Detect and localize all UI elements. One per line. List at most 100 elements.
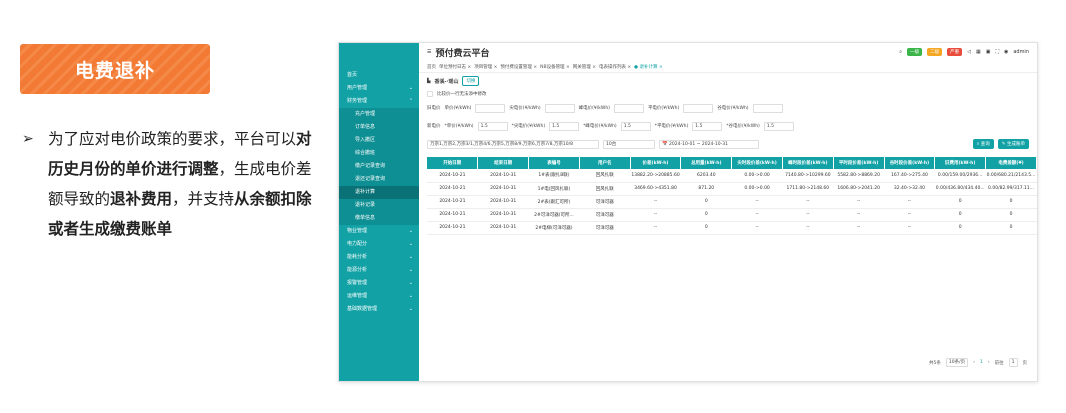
grid-icon[interactable]: ▦	[976, 49, 981, 55]
sidebar-item[interactable]: 综合撤班	[339, 147, 419, 160]
table-cell: --	[731, 221, 783, 235]
sidebar-item-label: 缴单信息	[355, 215, 376, 221]
sidebar-item-label: 运维管理	[347, 293, 368, 299]
price-input[interactable]	[475, 103, 506, 113]
meter-select[interactable]: 万宗1,万宗2,万宗3/1,万宗4/6,万宗5,万宗8/9,万宗6,万宗7/8,…	[427, 139, 599, 149]
table-cell: 167.40->275.40	[884, 169, 935, 183]
tab[interactable]: 电表操作列表 ×	[599, 64, 631, 70]
table-row[interactable]: 2024-10-21 2024-10-31 1#电(回风扎联) 回风扎联 3469.60…	[427, 182, 1037, 196]
username[interactable]: admin	[1013, 49, 1029, 55]
sidebar-item[interactable]: 缴户记录查询	[339, 160, 419, 173]
price-input[interactable]: 1.5	[763, 121, 794, 131]
arrow-icon: ➢	[22, 131, 34, 147]
table-cell: --	[833, 195, 885, 209]
price-label: 峰电价(¥/kWh)	[578, 106, 610, 111]
count-select[interactable]: 10台	[603, 139, 655, 149]
pager-item[interactable]: 前往	[995, 360, 1004, 366]
avatar[interactable]: ◉	[1004, 49, 1008, 55]
query-button[interactable]: ⌕ 查询	[972, 139, 994, 149]
chevron-icon: ⌄	[408, 254, 413, 260]
table-cell: 2#表(跟汇可所)	[528, 195, 580, 209]
screen-icon[interactable]: ▣	[986, 49, 991, 55]
table-cell: 可洋可器	[579, 208, 631, 222]
price-input[interactable]	[613, 103, 644, 113]
sidebar-item[interactable]: 运维管理 ⌄	[339, 290, 419, 303]
sidebar-item[interactable]: 用户管理 ⌄	[339, 82, 419, 95]
sidebar-item[interactable]: 能耗分析 ⌄	[339, 251, 419, 264]
tab[interactable]: 单位预付日志 ×	[439, 64, 471, 70]
tab[interactable]: ● 退补计算 ×	[634, 64, 663, 70]
price-label: 单价(¥/kWh)	[444, 106, 472, 111]
alarm-badge-2[interactable]: 二级	[927, 48, 943, 56]
column-header: 价差(kW-h)	[630, 157, 682, 169]
price-input[interactable]: 1.5	[620, 121, 651, 131]
tab[interactable]: 预付费设置管理 ×	[500, 64, 537, 70]
price-checkbox[interactable]	[427, 91, 433, 97]
sidebar-item[interactable]: 退补记录	[339, 199, 419, 212]
table-row[interactable]: 2024-10-21 2024-10-31 2#表(跟汇可所) 可洋可器 -- 0 -- --…	[427, 195, 1037, 209]
table-row[interactable]: 2024-10-21 2024-10-31 2#电梯(可洋可器) 可洋可器 -- 0 -- -…	[427, 221, 1037, 235]
sidebar-item[interactable]: 物业管理 ⌄	[339, 225, 419, 238]
chevron-icon: ⌄	[408, 306, 413, 312]
table-cell: 0	[680, 195, 732, 209]
chevron-icon: ⌃	[408, 98, 413, 104]
table-row[interactable]: 2024-10-21 2024-10-31 2#可洋可器(可所... 可洋可器 -- 0-…	[427, 208, 1037, 222]
sidebar-item[interactable]: 订单信息	[339, 121, 419, 134]
alarm-badge-1[interactable]: 一级	[907, 48, 923, 56]
price-input[interactable]: 1.5	[549, 121, 580, 131]
table-cell: 2024-10-21	[427, 169, 478, 183]
price-input[interactable]: 1.5	[692, 121, 723, 131]
pager-item[interactable]: 页	[1023, 360, 1028, 366]
price-input[interactable]	[544, 103, 575, 113]
column-header: 尖时段价差(kW-h)	[731, 157, 783, 169]
tab[interactable]: 网关管理 ×	[573, 64, 596, 70]
sidebar-item[interactable]: 退补计算	[339, 186, 419, 199]
table-row[interactable]: 2024-10-21 2024-10-31 1#表(跟扎B联) 回风扎联 13882.2…	[427, 169, 1037, 183]
sidebar-item[interactable]: 电力配分 ⌄	[339, 238, 419, 251]
pager-item[interactable]: 10条/页	[945, 358, 969, 367]
pager-item[interactable]: 1	[1008, 358, 1018, 367]
alarm-badge-3[interactable]: 严重	[947, 48, 963, 56]
column-header: 旧费用(kW-h)	[934, 157, 987, 169]
sidebar-item-label: 基础数据管理	[347, 306, 378, 312]
sidebar-item[interactable]: 充户管理	[339, 108, 419, 121]
sidebar-item[interactable]: 首页	[339, 69, 419, 82]
tab[interactable]: 首页	[427, 64, 436, 70]
price-label: *单价(¥/kWh)	[444, 124, 474, 129]
price-input[interactable]: 1.5	[477, 121, 508, 131]
table-cell: 0.00->0.00	[731, 169, 783, 183]
table-cell: 1#表(跟扎B联)	[528, 169, 580, 183]
switch-button[interactable]: 切换	[462, 76, 480, 86]
sidebar-item[interactable]: 缴单信息	[339, 212, 419, 225]
menu-icon[interactable]: ☰	[427, 49, 431, 55]
sidebar-item[interactable]: 退还记录查询	[339, 173, 419, 186]
fullscreen-icon[interactable]: ⛶	[995, 49, 999, 55]
price-input[interactable]	[683, 103, 714, 113]
table-cell: --	[782, 208, 834, 222]
pager-item[interactable]: ‹	[973, 360, 975, 365]
sidebar-item[interactable]: 导入撤区	[339, 134, 419, 147]
tab[interactable]: NB设备管理 ×	[540, 64, 570, 70]
building-icon: ▙	[427, 78, 431, 84]
sidebar-item[interactable]: 财务管理 ⌃	[339, 95, 419, 108]
pager-item[interactable]: 1	[980, 360, 983, 365]
date-range[interactable]: 📅 2024-10-01 ~ 2024-10-31	[659, 139, 759, 149]
tab[interactable]: 项目管理 ×	[474, 64, 497, 70]
sidebar-item-label: 能耗分析	[347, 254, 368, 260]
sidebar-item[interactable]: 能源分析 ⌄	[339, 264, 419, 277]
pager-item[interactable]: ›	[988, 360, 990, 365]
search-icon[interactable]: ⌕	[899, 49, 902, 55]
table-cell: 0.00/159.00/2936...	[934, 169, 986, 183]
refund-table: 开始日期 结束日期 表编号 用户名 价差(kW-h) 总用量(kW-h) 尖时段价差(kW-…	[427, 157, 1037, 235]
price-input[interactable]	[752, 103, 783, 113]
sidebar-item[interactable]: 基础数据管理 ⌄	[339, 303, 419, 316]
column-header: 总用量(kW-h)	[680, 157, 733, 169]
price-label: 平电价(¥/kWh)	[647, 106, 680, 111]
pagination: 共5条 10条/页 ‹ 1 › 前往 1 页	[929, 358, 1027, 367]
chevron-icon: ⌄	[408, 280, 413, 286]
volume-icon[interactable]: ◁	[967, 49, 971, 55]
sidebar-item-label: 能源分析	[347, 267, 368, 273]
table-cell: 2024-10-31	[477, 221, 529, 235]
generate-bill-button[interactable]: ✎ 生成账单	[997, 139, 1029, 149]
sidebar-item[interactable]: 报警管理 ⌄	[339, 277, 419, 290]
